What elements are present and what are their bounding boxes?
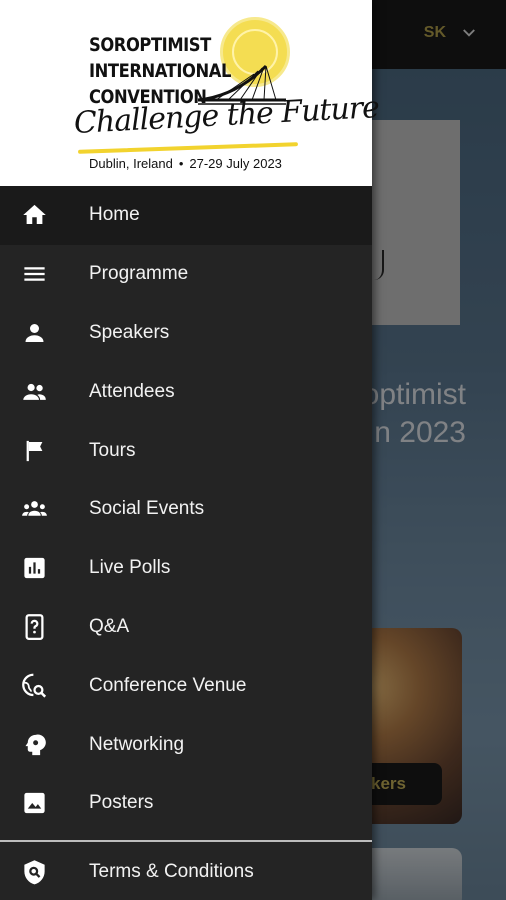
drawer-menu: Home Programme Speakers Attendees Tours — [0, 186, 372, 833]
image-icon — [21, 790, 48, 817]
logo-underline — [77, 142, 299, 154]
drawer-item-speakers[interactable]: Speakers — [0, 304, 372, 363]
drawer-item-social-events[interactable]: Social Events — [0, 480, 372, 539]
drawer-item-home[interactable]: Home — [0, 186, 372, 245]
drawer-item-qa[interactable]: Q&A — [0, 598, 372, 657]
drawer-item-label: Posters — [89, 792, 154, 814]
drawer-item-label: Programme — [89, 263, 189, 285]
drawer-item-networking[interactable]: Networking — [0, 715, 372, 774]
home-icon — [21, 202, 48, 229]
drawer-item-label: Tours — [89, 439, 136, 461]
drawer-item-label: Home — [89, 204, 140, 226]
drawer-item-posters[interactable]: Posters — [0, 774, 372, 833]
groups-icon — [21, 496, 48, 523]
drawer-item-label: Attendees — [89, 380, 175, 402]
drawer-item-attendees[interactable]: Attendees — [0, 362, 372, 421]
drawer-item-tours[interactable]: Tours — [0, 421, 372, 480]
drawer-divider — [0, 840, 372, 842]
navigation-drawer: SOROPTIMIST INTERNATIONAL CONVENTION Cha… — [0, 0, 380, 900]
person-icon — [21, 319, 48, 346]
drawer-item-label: Conference Venue — [89, 674, 247, 696]
drawer-item-label: Networking — [89, 733, 185, 755]
drawer-item-terms[interactable]: Terms & Conditions — [0, 843, 372, 900]
travel-explore-icon — [21, 672, 48, 699]
shield-search-icon — [21, 858, 48, 885]
question-device-icon — [21, 613, 48, 640]
drawer-item-conference-venue[interactable]: Conference Venue — [0, 656, 372, 715]
psychology-icon — [21, 731, 48, 758]
drawer-item-label: Terms & Conditions — [89, 860, 254, 882]
drawer-item-live-polls[interactable]: Live Polls — [0, 539, 372, 598]
drawer-item-label: Live Polls — [89, 557, 171, 579]
drawer-item-label: Speakers — [89, 321, 170, 343]
drawer-item-label: Q&A — [89, 615, 130, 637]
drawer-header-logo: SOROPTIMIST INTERNATIONAL CONVENTION Cha… — [0, 0, 380, 186]
flag-icon — [21, 437, 48, 464]
drawer-item-programme[interactable]: Programme — [0, 245, 372, 304]
poll-icon — [21, 555, 48, 582]
people-icon — [21, 378, 48, 405]
menu-lines-icon — [21, 261, 48, 288]
logo-location-dates: Dublin, Ireland • 27-29 July 2023 — [89, 156, 282, 171]
drawer-item-label: Social Events — [89, 498, 205, 520]
